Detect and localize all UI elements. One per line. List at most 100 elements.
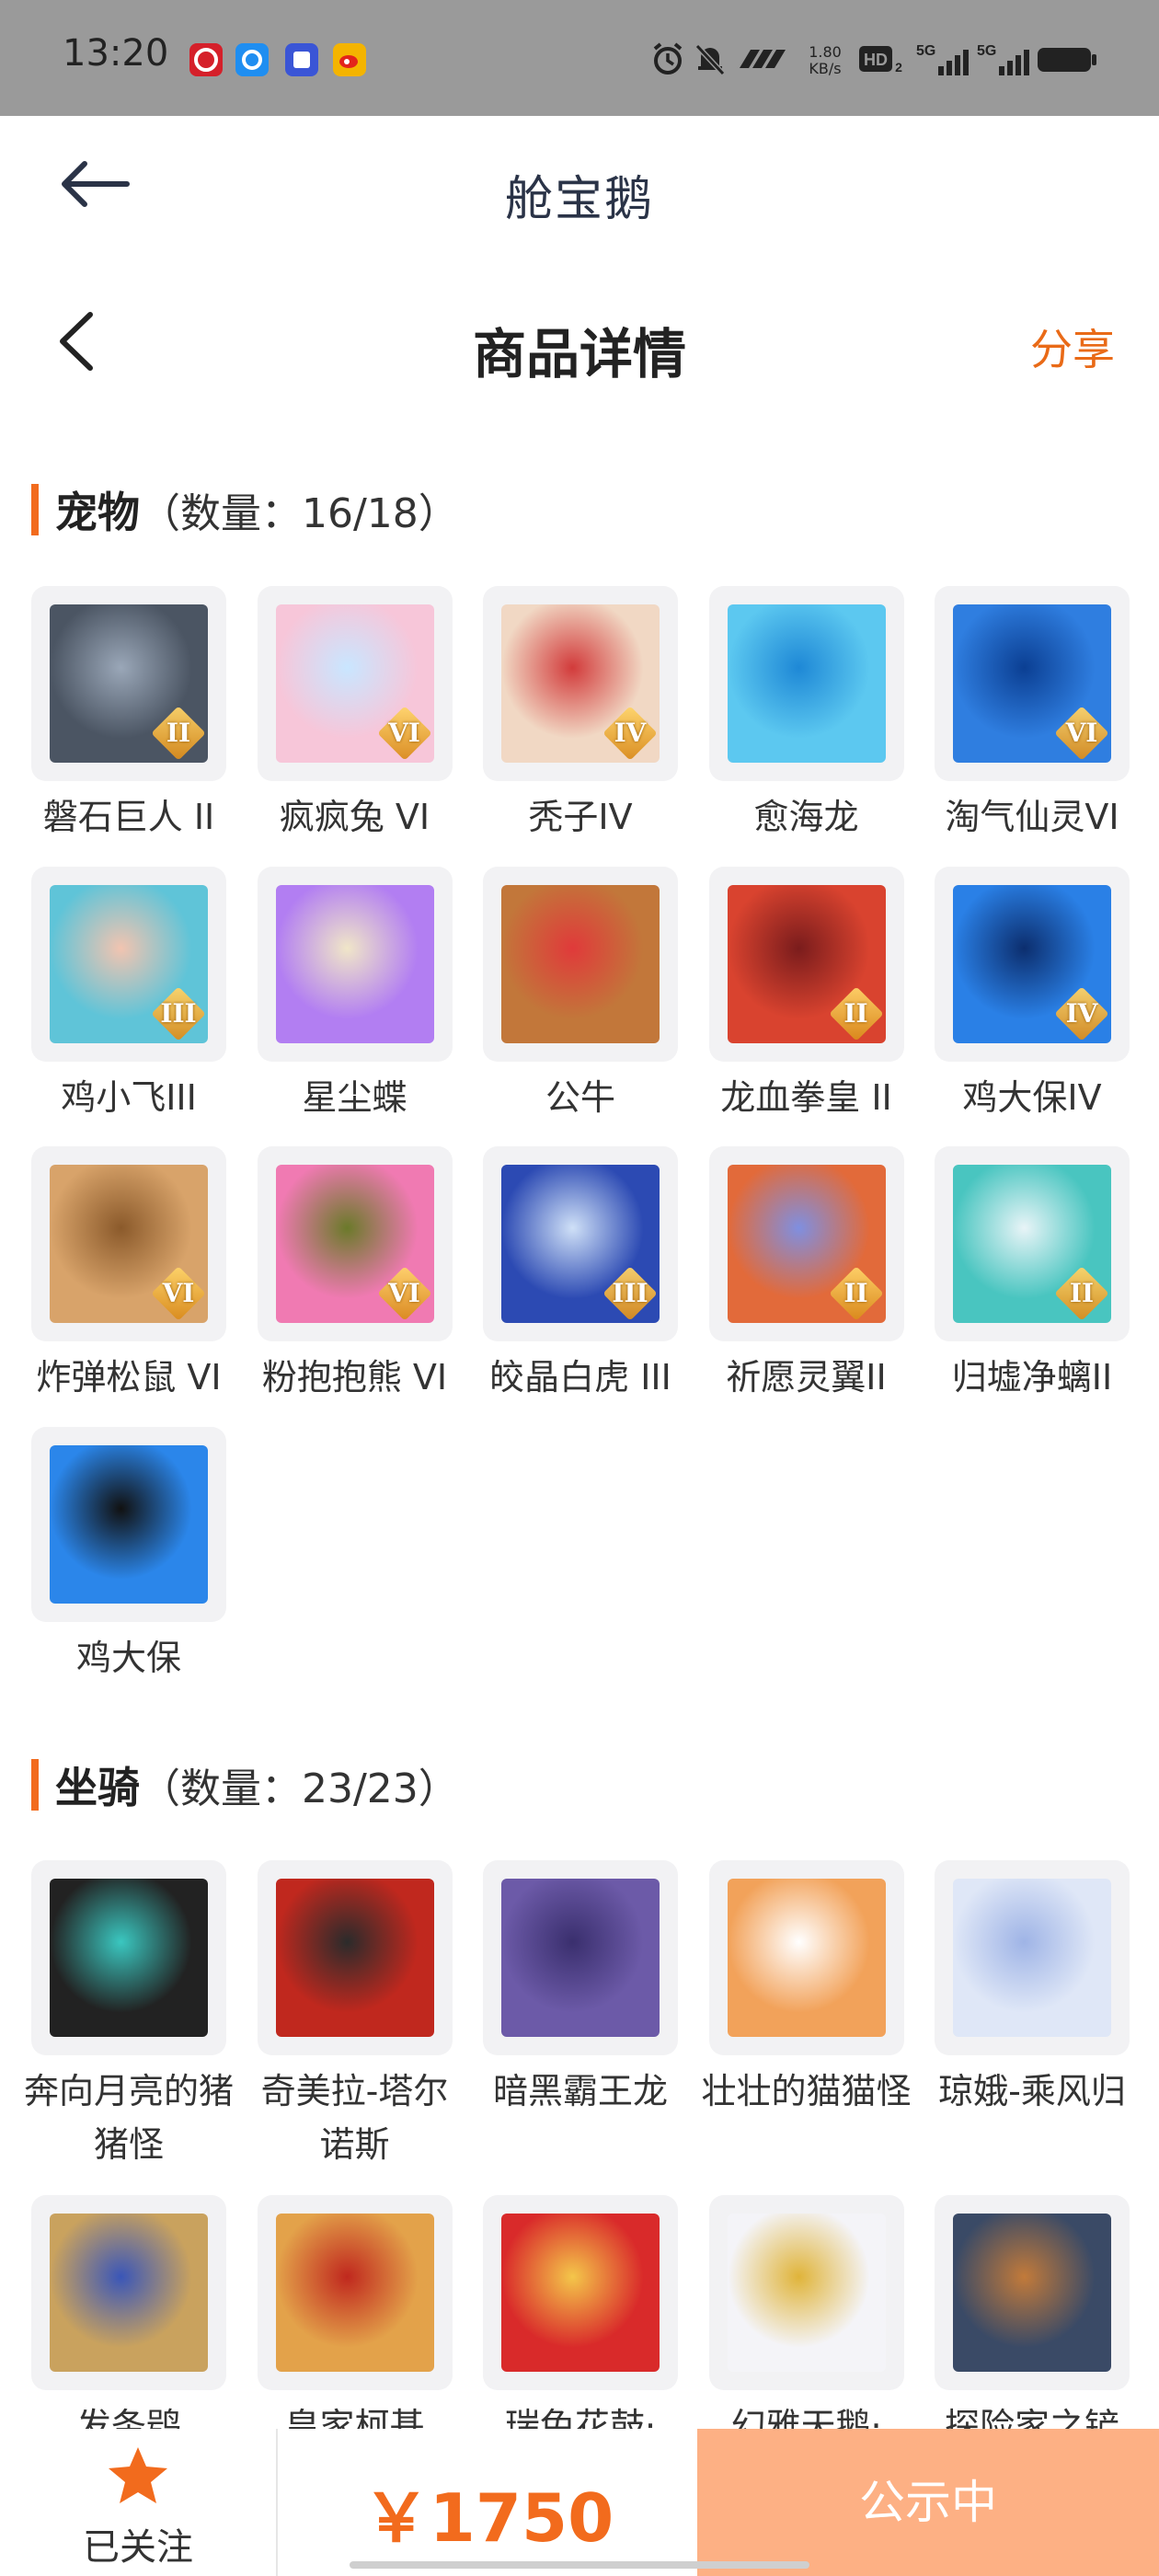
mount-thumbnail [257, 1860, 453, 2055]
app-title: 舱宝鹅 [504, 172, 654, 227]
mount-thumbnail [708, 2195, 904, 2390]
status-time: 13:20 [63, 32, 169, 75]
home-indicator[interactable] [350, 2561, 809, 2569]
tieba-icon [285, 43, 318, 76]
mount-artwork [275, 2214, 434, 2372]
pet-name: 星尘蝶 [302, 1076, 407, 1118]
mount-artwork [727, 1879, 886, 2037]
badge-level: IV [614, 718, 647, 748]
signal-5g-1-icon: 5G [916, 43, 969, 75]
rank-badge-icon: II [1054, 1266, 1109, 1321]
badge-level: II [843, 997, 868, 1029]
rank-badge-icon: VI [376, 706, 432, 761]
pet-artwork [275, 884, 434, 1043]
price-box: ￥1750 [276, 2429, 699, 2576]
follow-button[interactable]: 已关注 [0, 2429, 276, 2576]
section-accent-bar [31, 1759, 39, 1811]
mount-thumbnail [935, 1860, 1130, 2055]
publicity-status-button[interactable]: 公示中 [697, 2429, 1159, 2576]
svg-text:5G: 5G [977, 43, 996, 59]
pet-name: 淘气仙灵VI [945, 797, 1119, 837]
pet-thumbnail: II [935, 1146, 1130, 1341]
mount-artwork [275, 1879, 434, 2037]
mount-thumbnail [708, 1860, 904, 2055]
badge-level: VI [162, 1278, 195, 1308]
rank-badge-icon: II [828, 985, 884, 1041]
badge-level: II [843, 1278, 868, 1308]
svg-text:2: 2 [895, 60, 902, 75]
badge-level: VI [388, 718, 420, 748]
network-speed: 1.80 KB/s [800, 44, 850, 77]
price-value: ￥1750 [362, 2479, 614, 2557]
pet-thumbnail: VI [31, 1146, 226, 1341]
pet-thumbnail [31, 1426, 226, 1622]
mount-artwork [501, 1879, 660, 2037]
badge-level: VI [1065, 718, 1098, 748]
mounts-section-title: 坐骑 （数量：23/23） [31, 1757, 459, 1812]
signal-logo-icon [740, 50, 786, 68]
rank-badge-icon: VI [376, 1266, 432, 1321]
pet-thumbnail: II [31, 586, 226, 781]
pet-name: 磐石巨人 II [42, 797, 215, 837]
network-speed-unit: KB/s [809, 60, 842, 77]
pet-thumbnail: VI [257, 586, 453, 781]
share-link[interactable]: 分享 [1030, 316, 1115, 377]
pet-artwork [727, 604, 886, 763]
badge-level: VI [388, 1278, 420, 1308]
rank-badge-icon: II [151, 706, 206, 761]
badge-level: II [166, 718, 191, 748]
pet-name: 皎晶白虎 III [489, 1357, 671, 1397]
mount-thumbnail [257, 2195, 453, 2390]
mount-thumbnail [31, 1860, 226, 2055]
pets-section-title: 宠物 （数量：16/18） [31, 482, 459, 537]
section-accent-bar [31, 484, 39, 535]
network-speed-value: 1.80 [809, 43, 842, 61]
follow-label: 已关注 [83, 2526, 193, 2569]
netease-music-icon [189, 43, 223, 76]
pet-name: 粉抱抱熊 VI [261, 1357, 448, 1397]
mute-bell-icon [694, 43, 726, 76]
pet-thumbnail: IV [483, 586, 678, 781]
mount-thumbnail [483, 2195, 678, 2390]
browser-icon [235, 43, 269, 76]
battery-icon [1038, 48, 1096, 72]
mount-artwork [501, 2214, 660, 2372]
mount-thumbnail [31, 2195, 226, 2390]
pet-thumbnail: II [708, 1146, 904, 1341]
pet-name: 祈愿灵翼II [726, 1357, 887, 1397]
pet-thumbnail [708, 586, 904, 781]
rank-badge-icon: VI [1054, 706, 1109, 761]
rank-badge-icon: III [151, 985, 206, 1041]
rank-badge-icon: IV [602, 706, 658, 761]
mount-artwork [953, 2214, 1111, 2372]
pet-thumbnail: III [483, 1146, 678, 1341]
mount-thumbnail [483, 1860, 678, 2055]
hd-icon: HD 2 [859, 46, 902, 75]
mounts-section-name: 坐骑 [55, 1763, 140, 1812]
status-bar: 13:20 1.80 KB/s HD 2 5G 5G [0, 0, 1159, 116]
mount-name: 奇美拉-塔尔诺斯 [260, 2071, 449, 2165]
mount-name: 暗黑霸王龙 [492, 2071, 668, 2111]
pet-thumbnail: III [31, 866, 226, 1062]
weibo-icon [333, 43, 366, 76]
mount-thumbnail [935, 2195, 1130, 2390]
pet-artwork [50, 1444, 208, 1604]
badge-level: III [160, 997, 197, 1029]
pet-thumbnail: IV [935, 866, 1130, 1062]
mount-name: 奔向月亮的猪猪怪 [23, 2071, 234, 2165]
pets-section-name: 宠物 [55, 488, 140, 537]
rank-badge-icon: III [602, 1266, 658, 1321]
app-header: 舱宝鹅 [0, 116, 1159, 254]
pet-name: 鸡大保 [75, 1637, 181, 1678]
page-header: 商品详情 分享 [0, 276, 1159, 405]
pet-name: 炸弹松鼠 VI [36, 1357, 222, 1397]
rank-badge-icon: VI [151, 1266, 206, 1321]
pets-section-count: （数量：16/18） [140, 490, 459, 537]
page-title: 商品详情 [472, 323, 686, 385]
rank-badge-icon: IV [1054, 985, 1109, 1041]
alarm-icon [653, 42, 683, 75]
pet-thumbnail [257, 866, 453, 1062]
bottom-action-bar: 已关注 ￥1750 公示中 [0, 2429, 1159, 2576]
pet-thumbnail: VI [257, 1146, 453, 1341]
pet-artwork [501, 884, 660, 1043]
